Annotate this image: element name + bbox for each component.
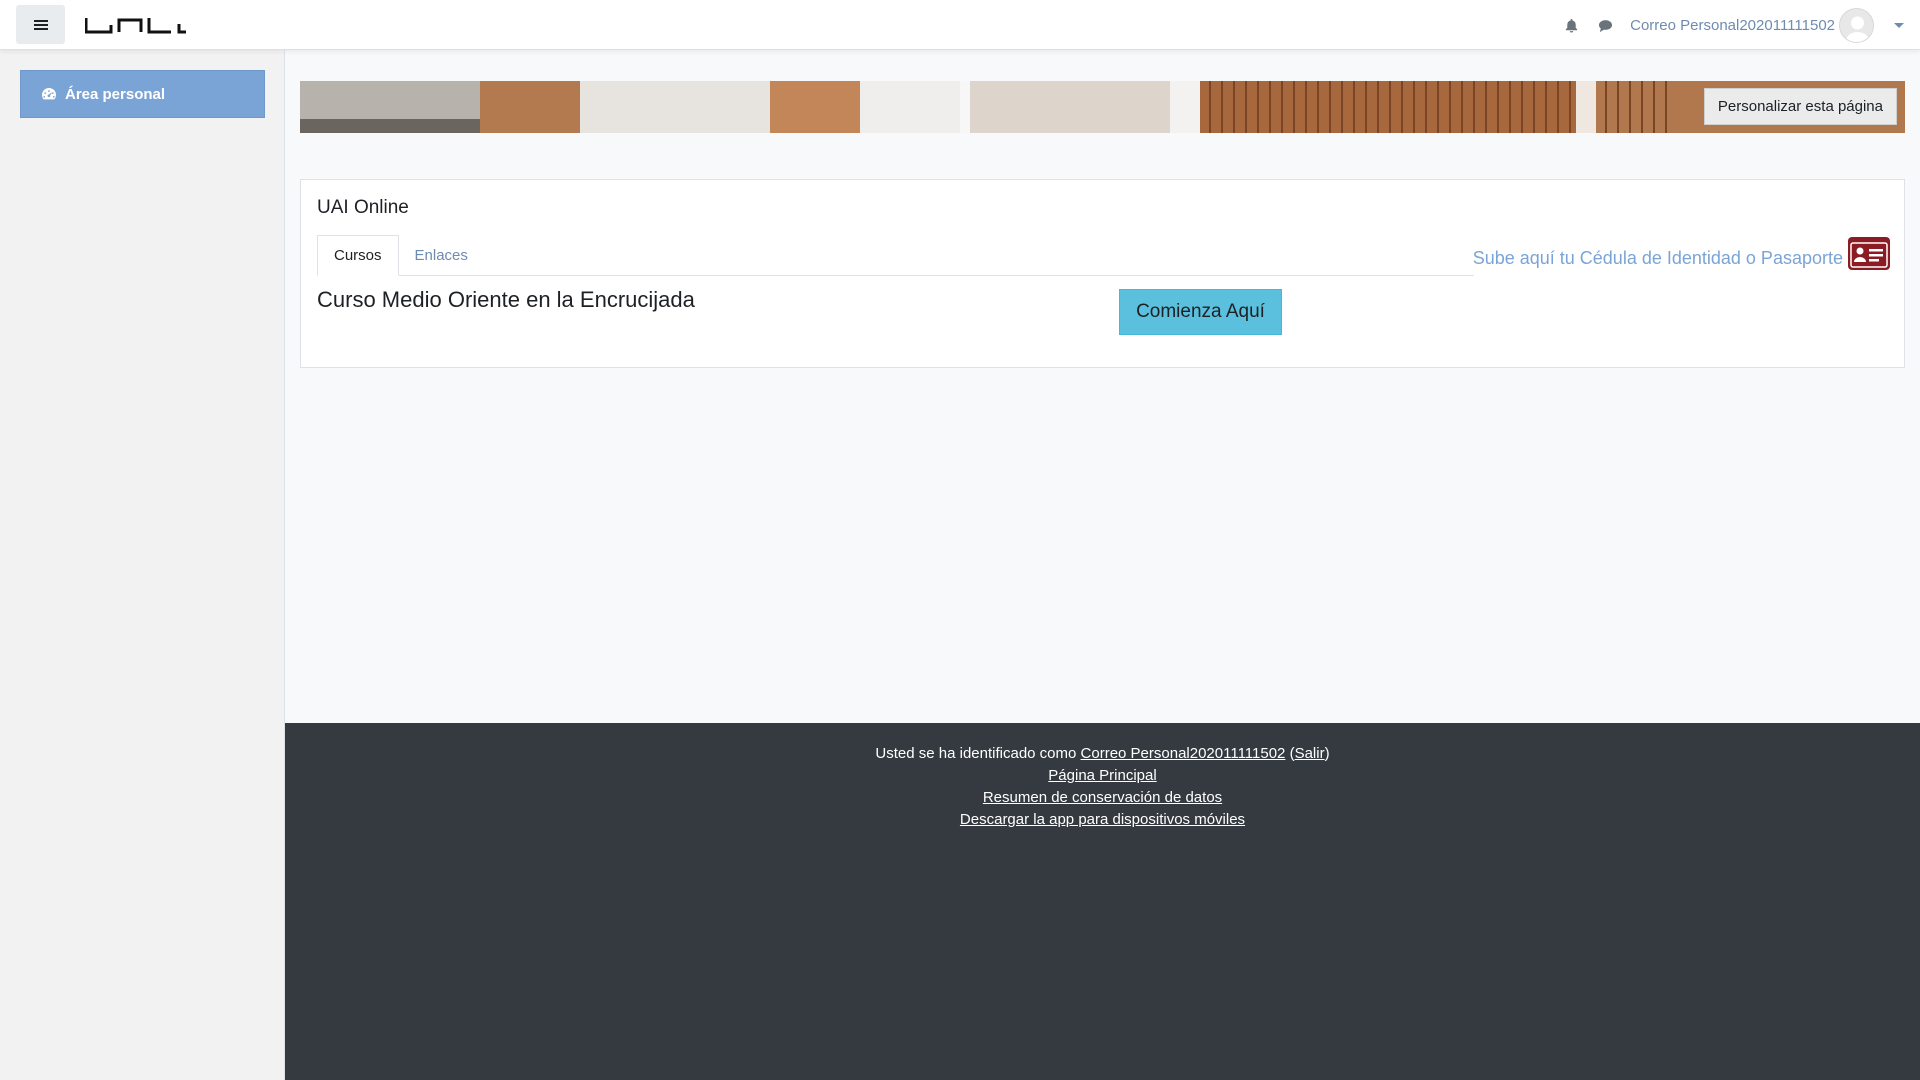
header-banner-image: Personalizar esta página <box>300 81 1905 133</box>
dashboard-icon <box>42 88 56 100</box>
block-title: UAI Online <box>317 197 409 218</box>
hamburger-icon <box>33 19 48 30</box>
course-title: Curso Medio Oriente en la Encrucijada <box>317 287 695 312</box>
customize-page-button[interactable]: Personalizar esta página <box>1703 88 1897 125</box>
login-info-prefix: Usted se ha identificado como <box>875 745 1077 762</box>
sidebar-item-area-personal[interactable]: Área personal <box>20 70 265 118</box>
uai-online-block: UAI Online Cursos Enlaces Sube aquí tu C… <box>300 179 1905 368</box>
comment-icon[interactable] <box>1596 16 1614 34</box>
logout-paren-close: ) <box>1324 745 1330 762</box>
avatar[interactable] <box>1839 7 1874 43</box>
top-navbar: Correo Personal202011111502 <box>0 0 1920 50</box>
logout-link[interactable]: Salir <box>1295 745 1325 762</box>
user-menu-name[interactable]: Correo Personal202011111502 <box>1630 17 1835 34</box>
sidebar-item-label: Área personal <box>65 85 166 103</box>
id-upload-link[interactable]: Sube aquí tu Cédula de Identidad o Pasap… <box>1473 237 1890 270</box>
start-here-button[interactable]: Comienza Aquí <box>1119 289 1282 335</box>
user-menu-caret-icon[interactable] <box>1894 22 1904 28</box>
tab-cursos[interactable]: Cursos <box>317 235 399 276</box>
data-retention-link[interactable]: Resumen de conservación de datos <box>983 789 1222 806</box>
page-footer: Usted se ha identificado como Correo Per… <box>285 723 1920 1080</box>
id-upload-label[interactable]: Sube aquí tu Cédula de Identidad o Pasap… <box>1473 248 1843 269</box>
login-info: Usted se ha identificado como Correo Per… <box>285 743 1920 765</box>
tab-enlaces[interactable]: Enlaces <box>399 235 484 275</box>
bell-icon[interactable] <box>1562 16 1580 34</box>
mobile-app-link[interactable]: Descargar la app para dispositivos móvil… <box>960 811 1245 828</box>
menu-toggle-button[interactable] <box>16 5 65 44</box>
left-drawer: Área personal <box>0 50 285 1080</box>
footer-user-link[interactable]: Correo Personal202011111502 <box>1081 745 1286 762</box>
id-card-icon[interactable] <box>1848 237 1890 270</box>
uai-logo[interactable] <box>85 16 187 34</box>
tab-list: Cursos Enlaces <box>317 235 1474 276</box>
home-link[interactable]: Página Principal <box>1048 767 1156 784</box>
